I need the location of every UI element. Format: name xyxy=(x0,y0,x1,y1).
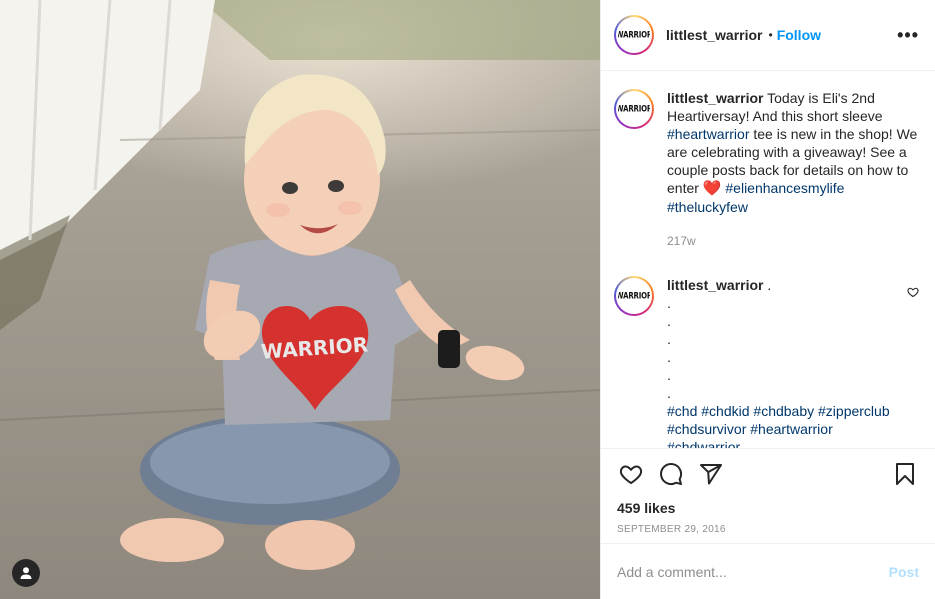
likes-count[interactable]: 459 likes xyxy=(617,500,919,516)
tagged-users-button[interactable] xyxy=(12,559,40,587)
post-sidebar: WARRIOR littlest_warrior • Follow ••• WA… xyxy=(600,0,935,599)
header-separator: • xyxy=(768,28,773,42)
like-button[interactable] xyxy=(617,460,645,488)
comment-dot-line: . xyxy=(667,331,671,347)
caption-username[interactable]: littlest_warrior xyxy=(667,90,763,106)
header-username[interactable]: littlest_warrior xyxy=(666,27,762,43)
comment-like-heart-icon[interactable] xyxy=(907,286,919,298)
comments-section[interactable]: WARRIOR littlest_warrior Today is Eli's … xyxy=(601,71,935,448)
comment-avatar-logo: WARRIOR xyxy=(616,291,652,301)
post-photo[interactable]: WARRIOR xyxy=(0,0,600,599)
caption-text-block: littlest_warrior Today is Eli's 2nd Hear… xyxy=(667,89,919,216)
comment-input[interactable] xyxy=(617,563,889,580)
add-comment-bar: Post xyxy=(601,543,935,599)
hashtag-link[interactable]: #chdsurvivor xyxy=(667,421,746,437)
comment-dot-line: . xyxy=(667,295,671,311)
caption: WARRIOR littlest_warrior Today is Eli's … xyxy=(614,89,919,250)
caption-body: littlest_warrior Today is Eli's 2nd Hear… xyxy=(667,89,919,250)
hashtag-link[interactable]: #elienhancesmylife xyxy=(725,180,844,196)
hashtag-link[interactable]: #chd xyxy=(667,403,697,419)
user-icon xyxy=(20,567,32,579)
save-button[interactable] xyxy=(891,460,919,488)
hashtag-link[interactable]: #heartwarrior xyxy=(667,126,749,142)
caption-avatar-logo: WARRIOR xyxy=(616,104,652,114)
comment-button[interactable] xyxy=(657,460,685,488)
comment-dot-line: . xyxy=(667,367,671,383)
comment-item: WARRIOR littlest_warrior . . . . . . . #… xyxy=(614,276,919,448)
comment-dot-line: . xyxy=(667,385,671,401)
caption-avatar[interactable]: WARRIOR xyxy=(614,89,654,129)
heart-icon xyxy=(619,465,643,485)
comment-dot-line: . xyxy=(667,313,671,329)
comment-text: . xyxy=(767,277,772,293)
follow-button[interactable]: Follow xyxy=(777,27,821,43)
hashtag-link[interactable]: #chdkid xyxy=(701,403,749,419)
red-heart-emoji: ❤️ xyxy=(702,180,722,197)
post-actions: 459 likes SEPTEMBER 29, 2016 xyxy=(601,448,935,543)
avatar-logo: WARRIOR xyxy=(616,30,652,40)
comment-avatar[interactable]: WARRIOR xyxy=(614,276,654,316)
hashtag-link[interactable]: #theluckyfew xyxy=(667,199,748,215)
bookmark-icon xyxy=(896,463,914,485)
comment-dot-line: . xyxy=(667,349,671,365)
photo-image: WARRIOR xyxy=(0,0,600,599)
instagram-post: WARRIOR WARRIOR littlest_warrior • Follo… xyxy=(0,0,935,599)
hashtag-link[interactable]: #zipperclub xyxy=(818,403,890,419)
post-date: SEPTEMBER 29, 2016 xyxy=(617,524,726,535)
comment-body: littlest_warrior . . . . . . . #chd #chd… xyxy=(667,276,899,448)
avatar[interactable]: WARRIOR xyxy=(614,15,654,55)
hashtag-link[interactable]: #heartwarrior xyxy=(750,421,832,437)
more-options-icon[interactable]: ••• xyxy=(897,26,919,44)
caption-timestamp[interactable]: 217w xyxy=(667,232,919,250)
share-button[interactable] xyxy=(697,460,725,488)
hashtag-link[interactable]: #chdbaby xyxy=(753,403,814,419)
paper-plane-icon xyxy=(700,464,722,485)
speech-bubble-icon xyxy=(660,463,683,486)
comment-hashtags: #chd #chdkid #chdbaby #zipperclub #chdsu… xyxy=(667,402,899,448)
post-comment-button[interactable]: Post xyxy=(889,564,919,580)
comment-username[interactable]: littlest_warrior xyxy=(667,277,763,293)
hashtag-link[interactable]: #chdwarrior xyxy=(667,439,740,448)
post-header: WARRIOR littlest_warrior • Follow ••• xyxy=(601,0,935,71)
